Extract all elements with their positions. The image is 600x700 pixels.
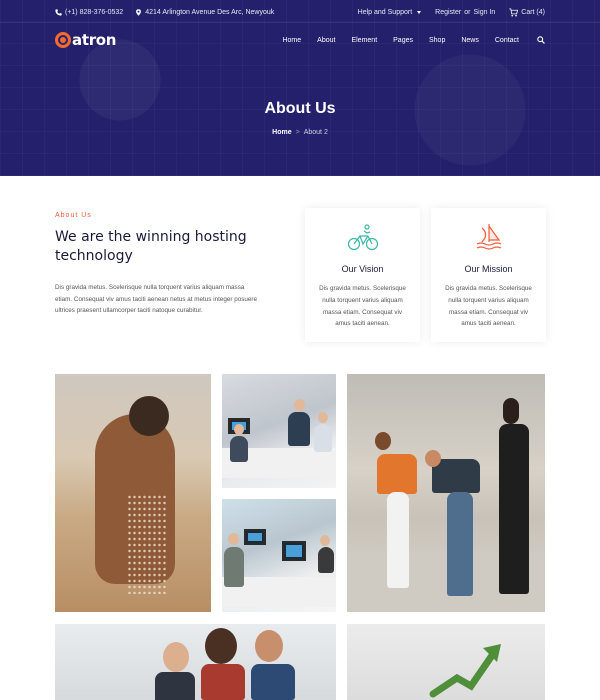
mission-card: Our Mission Dis gravida metus. Scelerisq… [431, 208, 546, 342]
nav-pages[interactable]: Pages [385, 37, 421, 44]
address-text: 4214 Arlington Avenue Des Arc, Newyouk [145, 8, 275, 16]
photo-face [205, 628, 237, 664]
photo-sand-grains [127, 494, 167, 594]
breadcrumb: Home > About 2 [0, 129, 600, 136]
photo-person [155, 672, 195, 700]
chevron-down-icon [417, 10, 422, 14]
about-paragraph: Dis gravida metus. Scelerisque nulla tor… [55, 284, 257, 314]
vision-card: Our Vision Dis gravida metus. Scelerisqu… [305, 208, 420, 342]
growth-plant-photo [347, 624, 545, 700]
photo-face [163, 642, 189, 672]
location-pin-icon [136, 8, 142, 16]
main-navbar: atron Home About Element Pages Shop News… [55, 28, 545, 52]
search-button[interactable] [527, 36, 545, 44]
photo-person [447, 492, 473, 596]
office-team-photo-1 [222, 374, 336, 488]
or-text: or [464, 8, 471, 16]
nav-about[interactable]: About [309, 37, 343, 44]
photo-face [320, 535, 330, 546]
photo-face [425, 450, 441, 467]
site-logo[interactable]: atron [55, 31, 116, 49]
page-title: About Us [264, 100, 336, 117]
address-info: 4214 Arlington Avenue Des Arc, Newyouk [135, 9, 274, 16]
photo-person [224, 547, 244, 587]
mission-title: Our Mission [464, 264, 513, 274]
phone-icon [55, 8, 62, 16]
vision-title: Our Vision [341, 264, 384, 274]
photo-person [314, 424, 332, 452]
photo-face [228, 533, 239, 545]
breadcrumb-home[interactable]: Home [272, 129, 291, 136]
section-kicker: About Us [55, 212, 92, 219]
sand-hands-photo [55, 374, 211, 612]
hero-banner: (+1) 828-376-0532 4214 Arlington Avenue … [0, 0, 600, 176]
photo-person [230, 436, 248, 462]
photo-person [288, 412, 310, 446]
sailboat-icon [476, 224, 501, 250]
photo-person [432, 459, 480, 493]
photo-face [503, 398, 519, 424]
office-team-photo-2 [222, 499, 336, 612]
headline-line-2: technology [55, 248, 133, 264]
top-bar: (+1) 828-376-0532 4214 Arlington Avenue … [55, 5, 545, 19]
photo-person [387, 492, 409, 588]
growth-arrow-icon [429, 644, 501, 698]
photo-face [255, 630, 283, 662]
phone-info[interactable]: (+1) 828-376-0532 [55, 9, 123, 16]
team-discussion-photo [347, 374, 545, 612]
nav-contact[interactable]: Contact [487, 37, 527, 44]
nav-shop[interactable]: Shop [421, 37, 453, 44]
phone-number: (+1) 828-376-0532 [65, 8, 124, 16]
auth-links: Register or Sign In [435, 9, 495, 16]
nav-element[interactable]: Element [343, 37, 385, 44]
register-link[interactable]: Register [435, 9, 461, 16]
photo-monitor [244, 529, 266, 545]
search-icon [537, 36, 545, 44]
section-headline: We are the winning hosting technology [55, 228, 265, 266]
photo-person [201, 664, 245, 700]
cart-link[interactable]: Cart (4) [509, 7, 545, 17]
cart-label: Cart (4) [521, 8, 545, 16]
photo-figure-head [129, 396, 169, 436]
photo-face [318, 412, 328, 423]
photo-person [251, 664, 295, 700]
photo-face [375, 432, 391, 450]
about-intro: About Us We are the winning hosting tech… [55, 212, 265, 317]
photo-person [499, 424, 529, 594]
logo-text: atron [72, 31, 117, 49]
logo-mark-icon [55, 32, 71, 48]
headline-line-1: We are the winning hosting [55, 229, 247, 245]
nav-home[interactable]: Home [274, 37, 309, 44]
meeting-photo [55, 624, 336, 700]
photo-face [234, 424, 244, 435]
photo-person [377, 454, 417, 494]
nav-news[interactable]: News [453, 37, 487, 44]
vision-text: Dis gravida metus. Scelerisque nulla tor… [319, 285, 406, 328]
photo-person [318, 547, 334, 573]
signin-link[interactable]: Sign In [473, 9, 495, 16]
help-support-label: Help and Support [357, 8, 413, 16]
cyclist-icon [347, 224, 378, 251]
help-support-dropdown[interactable]: Help and Support [357, 8, 422, 16]
primary-nav: Home About Element Pages Shop News Conta… [274, 36, 545, 44]
photo-monitor [282, 541, 306, 561]
cart-icon [509, 7, 519, 16]
photo-face [294, 399, 305, 411]
mission-text: Dis gravida metus. Scelerisque nulla tor… [445, 285, 532, 328]
topbar-divider [0, 22, 600, 23]
breadcrumb-current: About 2 [303, 129, 328, 136]
breadcrumb-separator: > [295, 129, 300, 136]
